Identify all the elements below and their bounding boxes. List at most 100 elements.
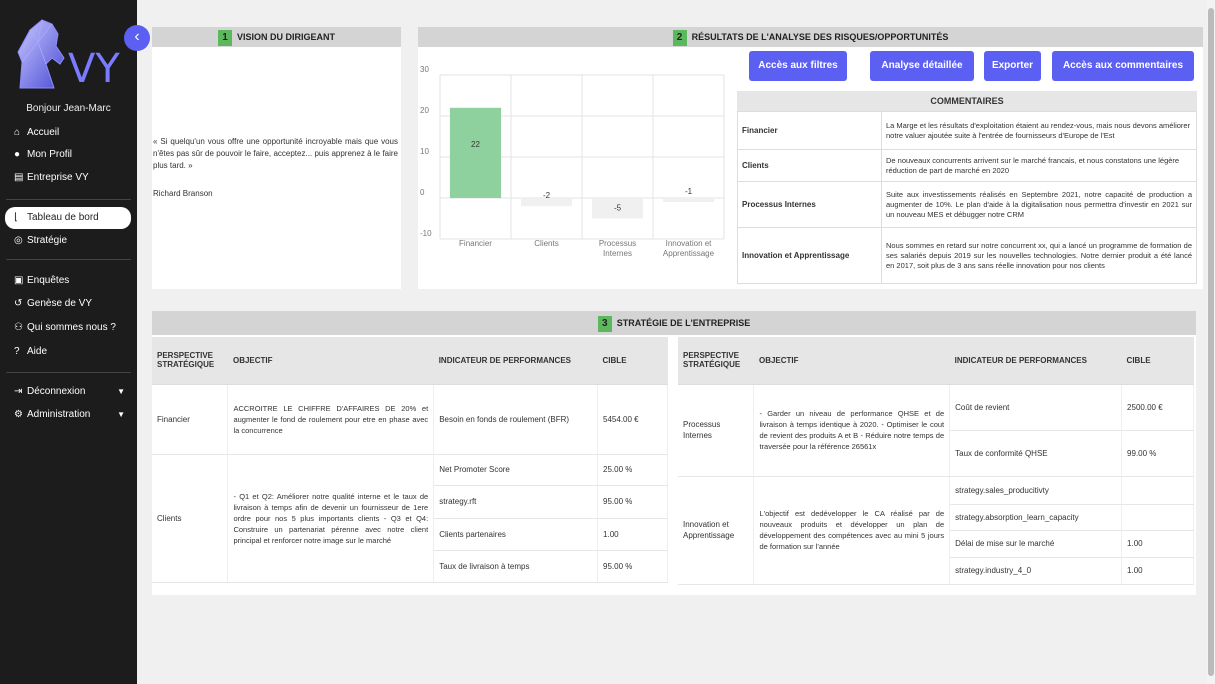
table-row: Clients - Q1 et Q2: Améliorer notre qual… bbox=[152, 454, 668, 583]
comment-text: De nouveaux concurrents arrivent sur le … bbox=[881, 149, 1197, 182]
home-icon: ⌂ bbox=[14, 127, 21, 138]
strategy-table-left: PERSPECTIVE STRATÉGIQUE OBJECTIF INDICAT… bbox=[152, 337, 668, 583]
detailed-analysis-button[interactable]: Analyse détaillée bbox=[870, 51, 974, 81]
sidebar-item-label: Enquêtes bbox=[27, 275, 70, 286]
target-cell: 95.00 % bbox=[597, 485, 668, 519]
target-cell: 95.00 % bbox=[597, 550, 668, 583]
target-cell bbox=[1121, 476, 1194, 505]
perspective-cell: Financier bbox=[152, 384, 229, 455]
indicator-cell: strategy.industry_4_0 bbox=[949, 557, 1123, 585]
sidebar-item-aide[interactable]: ? Aide bbox=[0, 342, 137, 362]
comment-label: Innovation et Apprentissage bbox=[737, 227, 882, 284]
data-label: 22 bbox=[471, 140, 480, 149]
sidebar-item-label: Aide bbox=[27, 346, 48, 357]
col-objectif: OBJECTIF bbox=[227, 337, 434, 385]
sidebar-item-genese[interactable]: ↺ Genèse de VY bbox=[0, 294, 137, 314]
caret-down-icon: ▼ bbox=[117, 410, 125, 419]
comments-access-button[interactable]: Accès aux commentaires bbox=[1052, 51, 1194, 81]
vision-title: VISION DU DIRIGEANT bbox=[236, 32, 335, 42]
indicator-cell: strategy.sales_producitivty bbox=[949, 476, 1123, 505]
bar bbox=[449, 107, 502, 198]
indicator-cell: Coût de revient bbox=[949, 384, 1123, 431]
logo-text: VY bbox=[68, 46, 120, 92]
target-cell: 5454.00 € bbox=[597, 384, 668, 455]
section-number: 3 bbox=[597, 316, 612, 332]
divider bbox=[6, 372, 131, 373]
clipboard-icon: ▣ bbox=[14, 275, 24, 286]
comment-text: La Marge et les résultats d'exploitation… bbox=[881, 111, 1197, 150]
sidebar-item-label: Entreprise VY bbox=[27, 172, 89, 183]
comment-text: Suite aux investissements réalisés en Se… bbox=[881, 181, 1197, 228]
logout-icon: ⇥ bbox=[14, 386, 23, 397]
sidebar-item-mon-profil[interactable]: ● Mon Profil bbox=[0, 145, 137, 165]
strategy-table-right: PERSPECTIVE STRATÉGIQUE OBJECTIF INDICAT… bbox=[678, 337, 1194, 585]
strategy-title: STRATÉGIE DE L'ENTREPRISE bbox=[616, 318, 751, 328]
bar bbox=[662, 198, 715, 203]
sidebar-item-qui-sommes-nous[interactable]: ⚇ Qui sommes nous ? bbox=[0, 318, 137, 338]
sidebar-item-enquetes[interactable]: ▣ Enquêtes bbox=[0, 271, 137, 291]
sidebar-item-label: Déconnexion bbox=[27, 386, 86, 397]
comment-label: Clients bbox=[737, 149, 882, 182]
history-icon: ↺ bbox=[14, 298, 23, 309]
table-row: Innovation et Apprentissage L'objectif e… bbox=[678, 476, 1194, 585]
risks-header: 2 RÉSULTATS DE L'ANALYSE DES RISQUES/OPPO… bbox=[418, 27, 1203, 47]
scrollbar-thumb[interactable] bbox=[1208, 8, 1214, 676]
comment-row: Financier La Marge et les résultats d'exp… bbox=[737, 111, 1197, 150]
table-header-row: PERSPECTIVE STRATÉGIQUE OBJECTIF INDICAT… bbox=[678, 337, 1194, 385]
target-cell: 99.00 % bbox=[1121, 430, 1194, 477]
col-perspective: PERSPECTIVE STRATÉGIQUE bbox=[152, 337, 228, 385]
objective-cell: L'objectif est dedévelopper le CA réalis… bbox=[753, 476, 951, 585]
data-label: -2 bbox=[543, 191, 551, 200]
export-button[interactable]: Exporter bbox=[984, 51, 1041, 81]
building-icon: ▤ bbox=[14, 172, 24, 183]
sidebar-item-accueil[interactable]: ⌂ Accueil bbox=[0, 123, 137, 143]
target-cell bbox=[1121, 504, 1194, 531]
logo[interactable]: VY bbox=[12, 12, 127, 92]
section-number: 2 bbox=[672, 30, 687, 46]
sidebar-item-label: Mon Profil bbox=[27, 149, 73, 160]
quote-author: Richard Branson bbox=[153, 189, 213, 198]
sidebar-item-label: Administration bbox=[27, 409, 91, 420]
objective-cell: - Q1 et Q2: Améliorer notre qualité inte… bbox=[227, 454, 435, 583]
comment-label: Processus Internes bbox=[737, 181, 882, 228]
comment-row: Clients De nouveaux concurrents arrivent … bbox=[737, 149, 1197, 182]
indicator-cell: Taux de livraison à temps bbox=[433, 550, 599, 583]
sidebar-item-entreprise[interactable]: ▤ Entreprise VY bbox=[0, 168, 137, 188]
sidebar-item-tableau-de-bord[interactable]: ⌊ Tableau de bord bbox=[5, 207, 131, 229]
divider bbox=[6, 259, 131, 260]
perspective-cell: Innovation et Apprentissage bbox=[678, 476, 755, 585]
leader-quote: « Si quelqu'un vous offre une opportunit… bbox=[153, 137, 398, 170]
y-tick-label: 20 bbox=[420, 106, 429, 115]
table-row: Processus Internes - Garder un niveau de… bbox=[678, 384, 1194, 477]
question-icon: ? bbox=[14, 346, 20, 357]
sidebar-item-label: Qui sommes nous ? bbox=[27, 322, 116, 333]
y-tick-label: 10 bbox=[420, 147, 429, 156]
indicator-cell: Net Promoter Score bbox=[433, 454, 599, 486]
target-cell: 1.00 bbox=[597, 518, 668, 551]
sidebar-item-deconnexion[interactable]: ⇥ Déconnexion ▼ bbox=[0, 382, 137, 402]
sidebar-item-administration[interactable]: ⚙ Administration ▼ bbox=[0, 405, 137, 425]
comment-text: Nous sommes en retard sur notre concurre… bbox=[881, 227, 1197, 284]
section-number: 1 bbox=[217, 30, 232, 46]
target-cell: 1.00 bbox=[1121, 530, 1194, 558]
indicator-cell: Besoin en fonds de roulement (BFR) bbox=[433, 384, 599, 455]
caret-down-icon: ▼ bbox=[117, 387, 125, 396]
sidebar-item-label: Tableau de bord bbox=[27, 212, 99, 223]
col-cible: CIBLE bbox=[597, 337, 668, 385]
col-perspective: PERSPECTIVE STRATÉGIQUE bbox=[678, 337, 754, 385]
target-cell: 1.00 bbox=[1121, 557, 1194, 585]
filters-button[interactable]: Accès aux filtres bbox=[749, 51, 847, 81]
sidebar-item-label: Stratégie bbox=[27, 235, 68, 246]
target-cell: 25.00 % bbox=[597, 454, 668, 486]
comment-row: Innovation et Apprentissage Nous sommes e… bbox=[737, 227, 1197, 284]
x-tick-label: Apprentissage bbox=[663, 249, 715, 258]
greeting: Bonjour Jean-Marc bbox=[26, 103, 111, 114]
cogs-icon: ⚙ bbox=[14, 409, 23, 420]
risks-title: RÉSULTATS DE L'ANALYSE DES RISQUES/OPPOR… bbox=[691, 32, 949, 42]
divider bbox=[6, 199, 131, 200]
collapse-sidebar-button[interactable]: ‹ bbox=[124, 25, 150, 51]
sidebar-item-strategie[interactable]: ◎ Stratégie bbox=[0, 231, 137, 251]
x-tick-label: Internes bbox=[603, 249, 632, 258]
table-header-row: PERSPECTIVE STRATÉGIQUE OBJECTIF INDICAT… bbox=[152, 337, 668, 385]
page-scrollbar[interactable] bbox=[1207, 0, 1215, 684]
